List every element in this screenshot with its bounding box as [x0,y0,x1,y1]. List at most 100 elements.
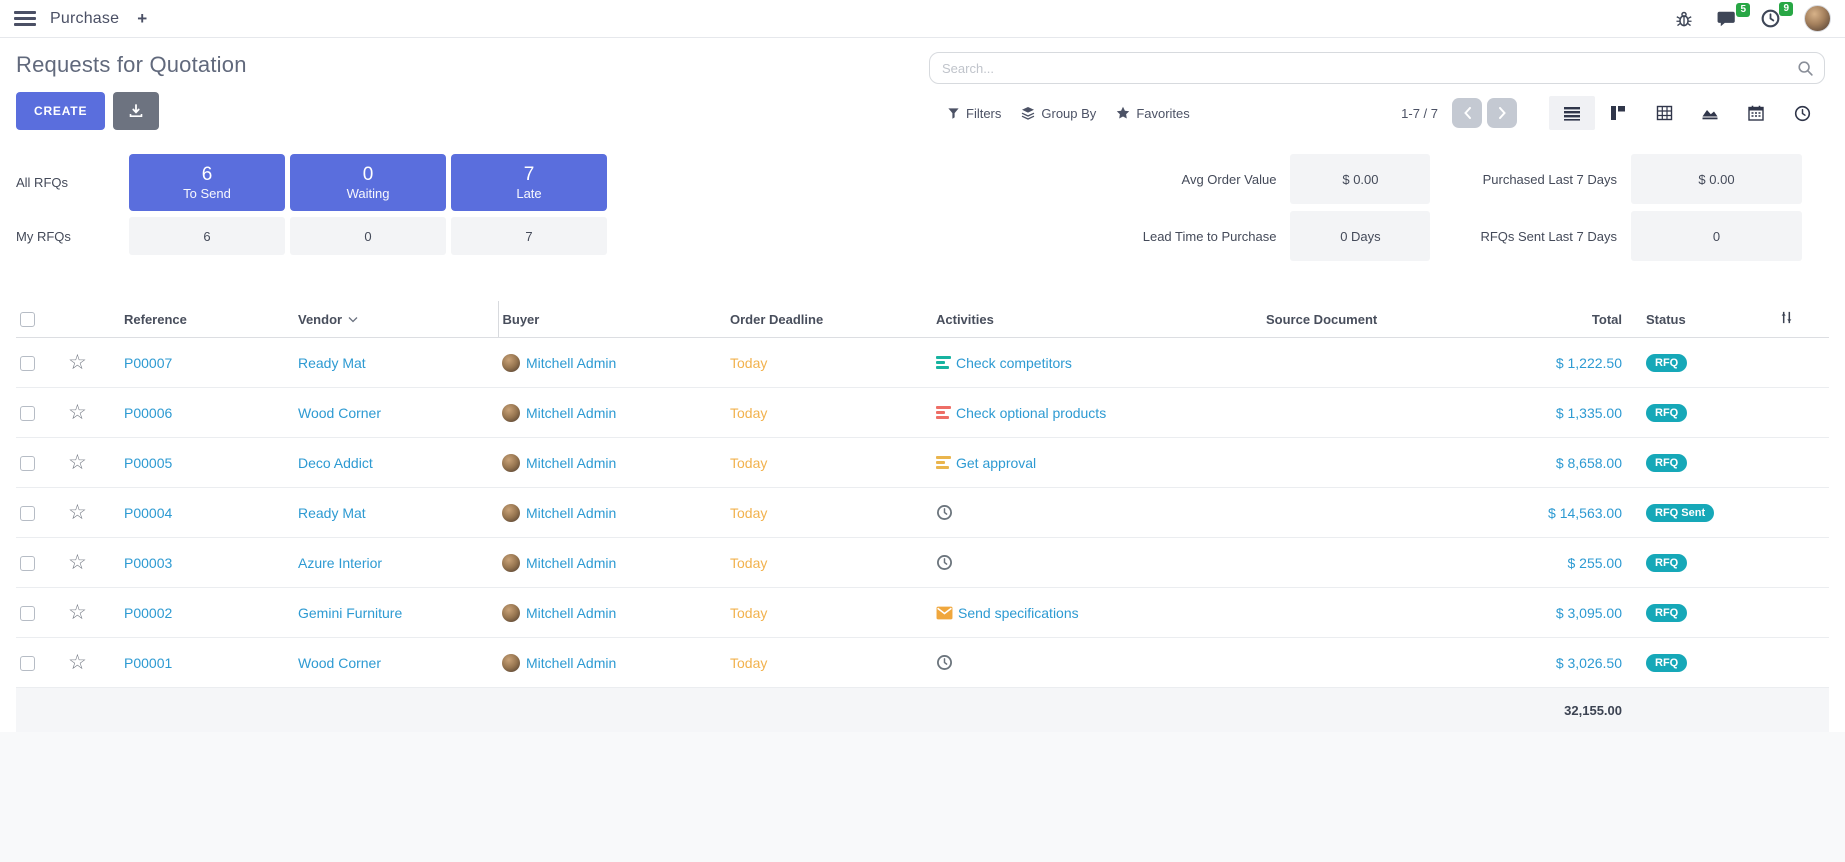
buyer-link[interactable]: Mitchell Admin [526,405,616,421]
row-checkbox[interactable] [20,556,35,571]
favorite-star-icon[interactable]: ☆ [68,601,87,624]
activity-email-icon[interactable] [936,606,953,620]
table-header-row: Reference Vendor Buyer Order Deadline Ac… [16,301,1829,338]
favorite-star-icon[interactable]: ☆ [68,401,87,424]
vendor-link[interactable]: Ready Mat [298,355,366,371]
header-source-document[interactable]: Source Document [1262,301,1434,338]
reference-link[interactable]: P00001 [124,655,172,671]
status-badge: RFQ [1646,354,1687,372]
rfq-list-view: Reference Vendor Buyer Order Deadline Ac… [0,271,1845,732]
buyer-link[interactable]: Mitchell Admin [526,605,616,621]
activities-clock-icon[interactable]: 9 [1761,9,1780,28]
table-row[interactable]: ☆ P00004 Ready Mat Mitchell Admin Today … [16,488,1829,538]
header-buyer[interactable]: Buyer [498,301,726,338]
reference-link[interactable]: P00003 [124,555,172,571]
tile-to-send[interactable]: 6 To Send [129,154,285,211]
plus-tab-icon[interactable]: + [137,9,147,29]
header-activities[interactable]: Activities [932,301,1262,338]
row-checkbox[interactable] [20,606,35,621]
activity-label[interactable]: Get approval [956,455,1036,471]
view-list-button[interactable] [1549,96,1595,130]
row-total: $ 1,335.00 [1556,405,1622,421]
activity-label[interactable]: Send specifications [958,605,1079,621]
group-by-button[interactable]: Group By [1011,100,1106,127]
user-avatar[interactable] [1804,5,1831,32]
table-row[interactable]: ☆ P00003 Azure Interior Mitchell Admin T… [16,538,1829,588]
table-row[interactable]: ☆ P00005 Deco Addict Mitchell Admin Toda… [16,438,1829,488]
buyer-link[interactable]: Mitchell Admin [526,505,616,521]
pager-next-button[interactable] [1487,98,1517,128]
table-row[interactable]: ☆ P00002 Gemini Furniture Mitchell Admin… [16,588,1829,638]
select-all-checkbox[interactable] [20,312,35,327]
buyer-link[interactable]: Mitchell Admin [526,655,616,671]
tile-late[interactable]: 7 Late [451,154,607,211]
row-checkbox[interactable] [20,506,35,521]
row-checkbox[interactable] [20,656,35,671]
header-order-deadline[interactable]: Order Deadline [726,301,932,338]
create-button[interactable]: CREATE [16,92,105,130]
row-checkbox[interactable] [20,356,35,371]
header-vendor[interactable]: Vendor [294,301,498,338]
order-deadline-value: Today [730,505,767,521]
favorite-star-icon[interactable]: ☆ [68,651,87,674]
view-activity-button[interactable] [1779,96,1825,130]
favorite-star-icon[interactable]: ☆ [68,451,87,474]
vendor-link[interactable]: Wood Corner [298,405,381,421]
row-total: $ 8,658.00 [1556,455,1622,471]
header-total[interactable]: Total [1434,301,1642,338]
vendor-link[interactable]: Wood Corner [298,655,381,671]
tile-waiting[interactable]: 0 Waiting [290,154,446,211]
table-row[interactable]: ☆ P00001 Wood Corner Mitchell Admin Toda… [16,638,1829,688]
reference-link[interactable]: P00005 [124,455,172,471]
reference-link[interactable]: P00004 [124,505,172,521]
view-graph-button[interactable] [1687,96,1733,130]
buyer-link[interactable]: Mitchell Admin [526,455,616,471]
search-bar [929,52,1825,84]
reference-link[interactable]: P00007 [124,355,172,371]
pager-previous-button[interactable] [1452,98,1482,128]
debug-bug-icon[interactable] [1675,10,1693,28]
my-late-count[interactable]: 7 [451,217,607,255]
buyer-link[interactable]: Mitchell Admin [526,555,616,571]
activity-label[interactable]: Check optional products [956,405,1106,421]
search-icon[interactable] [1797,60,1814,77]
order-deadline-value: Today [730,355,767,371]
activity-label[interactable]: Check competitors [956,355,1072,371]
view-calendar-button[interactable] [1733,96,1779,130]
favorite-star-icon[interactable]: ☆ [68,501,87,524]
activity-clock-icon[interactable] [936,504,953,521]
export-button[interactable] [113,92,159,130]
optional-columns-button[interactable] [1775,301,1829,338]
buyer-link[interactable]: Mitchell Admin [526,355,616,371]
view-pivot-button[interactable] [1641,96,1687,130]
search-input[interactable] [930,61,1824,76]
header-reference[interactable]: Reference [120,301,294,338]
my-waiting-count[interactable]: 0 [290,217,446,255]
messages-icon[interactable]: 5 [1717,10,1737,28]
vendor-link[interactable]: Ready Mat [298,505,366,521]
activity-todo-icon[interactable] [936,356,951,369]
apps-menu-icon[interactable] [14,11,36,26]
favorite-star-icon[interactable]: ☆ [68,551,87,574]
filters-button[interactable]: Filters [937,100,1011,127]
reference-link[interactable]: P00002 [124,605,172,621]
row-checkbox[interactable] [20,406,35,421]
vendor-link[interactable]: Gemini Furniture [298,605,402,621]
activity-todo-icon[interactable] [936,406,951,419]
table-row[interactable]: ☆ P00006 Wood Corner Mitchell Admin Toda… [16,388,1829,438]
activity-clock-icon[interactable] [936,654,953,671]
table-row[interactable]: ☆ P00007 Ready Mat Mitchell Admin Today … [16,338,1829,388]
vendor-link[interactable]: Azure Interior [298,555,382,571]
favorites-button[interactable]: Favorites [1106,100,1199,127]
view-kanban-button[interactable] [1595,96,1641,130]
app-title[interactable]: Purchase [50,10,119,28]
sort-chevron-down-icon [348,316,358,323]
header-status[interactable]: Status [1642,301,1775,338]
activity-todo-icon[interactable] [936,456,951,469]
vendor-link[interactable]: Deco Addict [298,455,373,471]
activity-clock-icon[interactable] [936,554,953,571]
favorite-star-icon[interactable]: ☆ [68,351,87,374]
reference-link[interactable]: P00006 [124,405,172,421]
my-to-send-count[interactable]: 6 [129,217,285,255]
row-checkbox[interactable] [20,456,35,471]
